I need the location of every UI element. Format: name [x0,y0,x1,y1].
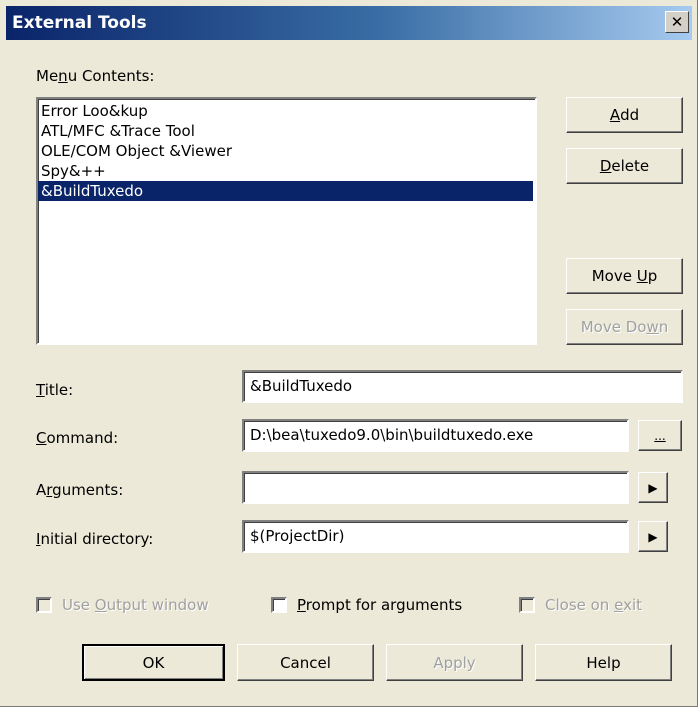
close-button[interactable]: ✕ [665,11,689,33]
checkbox-box[interactable] [519,597,535,613]
menu-contents-label: Menu Contents: [36,67,155,85]
close-on-exit-checkbox[interactable]: Close on exit [519,596,642,614]
command-label: Command: [36,429,119,447]
ok-button[interactable]: OK [82,644,225,681]
command-input[interactable]: D:\bea\tuxedo9.0\bin\buildtuxedo.exe [242,419,629,452]
arrow-right-icon: ▶ [648,529,658,544]
title-bar[interactable]: External Tools ✕ [6,6,692,40]
use-output-window-label: Use Output window [62,596,209,614]
close-icon: ✕ [670,12,684,31]
close-on-exit-label: Close on exit [545,596,642,614]
title-label: Title: [36,381,74,399]
list-item-selected[interactable]: &BuildTuxedo [38,181,533,201]
menu-contents-list[interactable]: Error Loo&kup ATL/MFC &Trace Tool OLE/CO… [36,97,537,345]
list-item[interactable]: Error Loo&kup [38,101,535,121]
list-item[interactable]: ATL/MFC &Trace Tool [38,121,535,141]
checkbox-box[interactable] [36,597,52,613]
ellipsis-icon: ... [654,428,666,443]
delete-button[interactable]: Delete [566,148,683,184]
initial-directory-label: Initial directory: [36,530,154,548]
add-button[interactable]: Add [566,97,683,133]
move-down-button[interactable]: Move Do w n [566,309,683,345]
move-up-button[interactable]: Move Up [566,258,683,294]
arguments-menu-button[interactable]: ▶ [638,472,668,503]
checkbox-box[interactable] [271,597,287,613]
title-input[interactable]: &BuildTuxedo [242,370,683,403]
dialog-title: External Tools [12,13,147,33]
arrow-right-icon: ▶ [648,480,658,495]
browse-button[interactable]: ... [638,420,682,451]
prompt-for-arguments-label: Prompt for arguments [297,596,463,614]
use-output-window-checkbox[interactable]: Use Output window [36,596,209,614]
cancel-button[interactable]: Cancel [237,644,374,681]
initial-directory-menu-button[interactable]: ▶ [638,521,668,552]
help-button[interactable]: Help [535,644,672,681]
list-item[interactable]: OLE/COM Object &Viewer [38,141,535,161]
apply-button[interactable]: Apply [386,644,523,681]
initial-directory-input[interactable]: $(ProjectDir) [242,520,629,553]
arguments-label: Arguments: [36,481,124,499]
arguments-input[interactable] [242,471,629,504]
list-item[interactable]: Spy&++ [38,161,535,181]
prompt-for-arguments-checkbox[interactable]: Prompt for arguments [271,596,462,614]
external-tools-dialog: External Tools ✕ Menu Contents: Error Lo… [0,0,698,707]
